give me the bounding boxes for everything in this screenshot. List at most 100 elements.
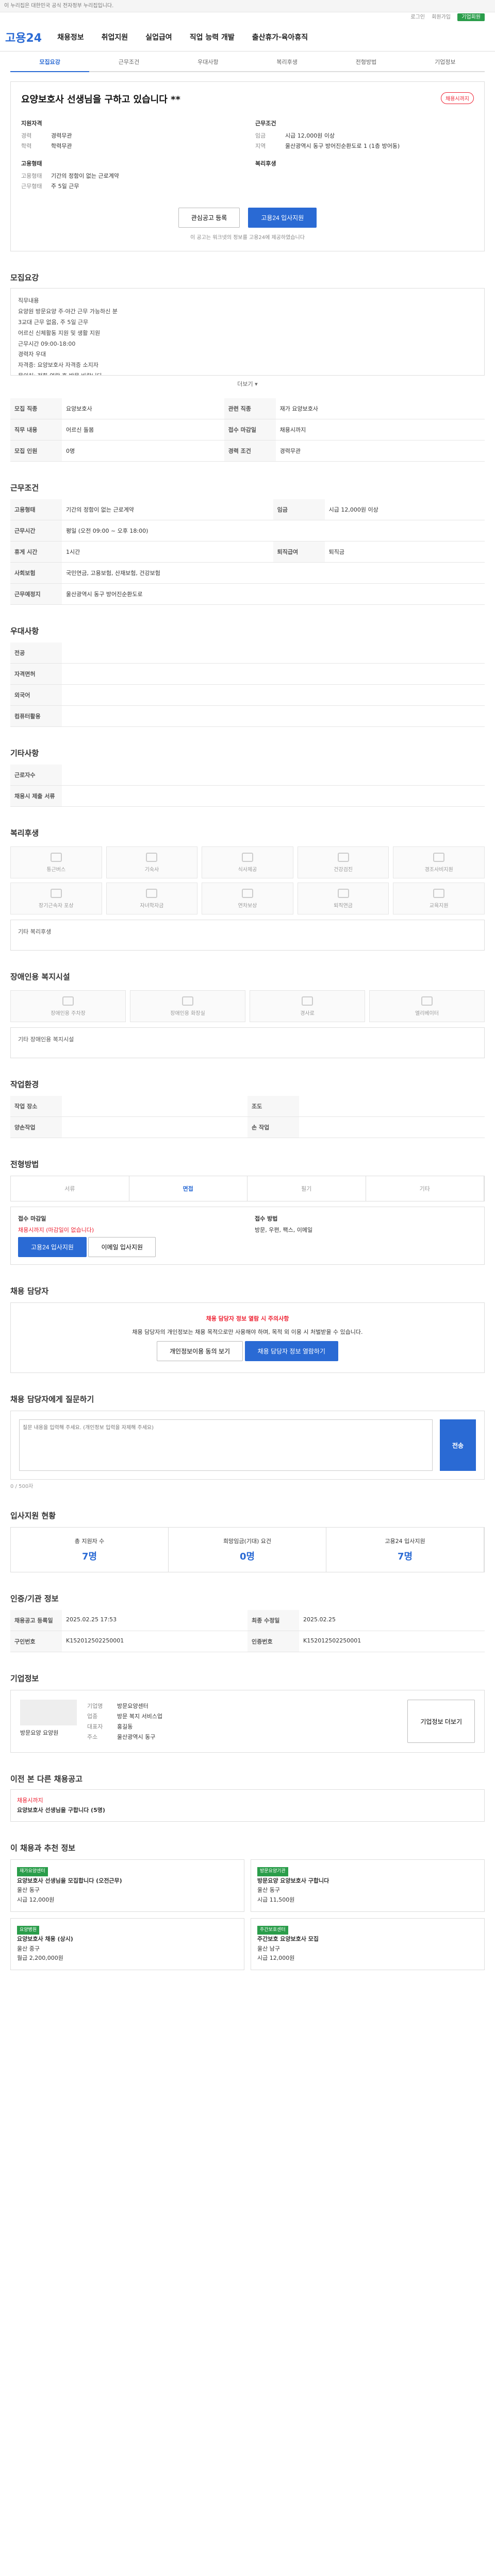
row-value — [62, 684, 485, 706]
reco-wage: 시급 11,500원 — [257, 1896, 295, 1904]
welfare-label: 통근버스 — [46, 867, 66, 873]
welfare-item: 연차보상 — [202, 883, 293, 914]
apply-info: 접수 마감일 채용시까지 (마감일이 없습니다) 고용24 입사지원 이메일 입… — [10, 1207, 485, 1265]
elevator-icon — [421, 996, 433, 1006]
signup-link[interactable]: 회원가입 — [432, 14, 451, 20]
work-type-value: 주 5일 근무 — [51, 183, 79, 190]
tab-welfare[interactable]: 복리후생 — [248, 58, 326, 71]
company-member-button[interactable]: 기업회원 — [457, 13, 485, 21]
tab-preference[interactable]: 우대사항 — [169, 58, 248, 71]
trophy-icon — [50, 888, 62, 898]
reco-card[interactable]: 방문요양기관 방문요양 요양보호사 구합니다 울산 동구 시급 11,500원 — [251, 1859, 485, 1912]
content-line: 근무시간 09:00-18:00 — [18, 340, 76, 347]
row-value: 경력무관 — [275, 440, 485, 462]
row-value: 울산광역시 동구 방어진순환도로 — [62, 583, 485, 605]
facility-item: 장애인용 주차장 — [10, 990, 126, 1022]
row-label: 양손작업 — [10, 1116, 62, 1138]
career-label: 경력 — [21, 132, 32, 139]
tab-recruit[interactable]: 모집요강 — [10, 58, 90, 72]
tab-method[interactable]: 전형방법 — [326, 58, 405, 71]
welfare-heading: 복리후생 — [255, 160, 276, 167]
row-label: 손 작업 — [248, 1116, 299, 1138]
ramp-icon — [302, 996, 313, 1006]
deadline-heading: 접수 마감일 — [18, 1215, 46, 1222]
method-steps: 서류 면접 필기 기타 — [10, 1176, 485, 1201]
health-icon — [337, 852, 349, 862]
facility-label: 엘리베이터 — [415, 1010, 439, 1016]
send-button[interactable]: 전송 — [440, 1419, 476, 1471]
disabled-grid: 장애인용 주차장 장애인용 화장실 경사로 엘리베이터 — [10, 990, 485, 1022]
company-more-button[interactable]: 기업정보 더보기 — [407, 1700, 475, 1743]
welfare-label: 건강검진 — [334, 867, 353, 873]
table-row: 근로자수 — [10, 765, 485, 786]
reco-wage: 시급 12,000원 — [257, 1955, 295, 1962]
nav-item-leave[interactable]: 출산휴가·육아휴직 — [252, 32, 308, 42]
row-value: 퇴직금 — [324, 541, 485, 563]
facility-label: 경사로 — [300, 1010, 315, 1016]
related-card[interactable]: 채용시까지 요양보호사 선생님을 구합니다 (5명) — [10, 1789, 485, 1822]
row-value: 재가 요양보호사 — [275, 398, 485, 419]
row-value: 방문요양센터 — [117, 1703, 148, 1709]
consent-button[interactable]: 개인정보이용 동의 보기 — [156, 1341, 243, 1361]
reco-card[interactable]: 주간보호센터 주간보호 요양보호사 모집 울산 남구 시급 12,000원 — [251, 1918, 485, 1971]
welfare-label: 기숙사 — [144, 867, 159, 873]
content-line: 직무내용 — [18, 297, 39, 304]
tab-company[interactable]: 기업정보 — [406, 58, 485, 71]
table-row: 직무 내용 어르신 돌봄 접수 마감일 채용시까지 — [10, 419, 485, 440]
nav-item-jobs[interactable]: 채용정보 — [57, 32, 84, 42]
reco-region: 울산 남구 — [257, 1945, 280, 1952]
welfare-item: 장기근속자 포상 — [10, 883, 102, 914]
nav-item-training[interactable]: 직업 능력 개발 — [190, 32, 235, 42]
welfare-label: 자녀학자금 — [140, 903, 164, 909]
step-etc: 기타 — [366, 1176, 484, 1201]
calendar-icon — [241, 888, 253, 898]
nav-item-employment[interactable]: 취업지원 — [102, 32, 128, 42]
row-value: 어르신 돌봄 — [62, 419, 224, 440]
region-label: 지역 — [255, 143, 266, 149]
qa-input[interactable] — [19, 1419, 433, 1471]
row-label: 기업명 — [87, 1703, 103, 1709]
row-label: 작업 장소 — [10, 1096, 62, 1117]
step-written: 필기 — [248, 1176, 366, 1201]
reco-card[interactable]: 재가요양센터 요양보호사 선생님을 모집합니다 (오전근무) 울산 동구 시급 12,… — [10, 1859, 244, 1912]
favorite-button[interactable]: 관심공고 등록 — [178, 208, 240, 228]
row-label: 접수 마감일 — [224, 419, 276, 440]
logo[interactable]: 고용24 — [5, 29, 42, 45]
topbar: 이 누리집은 대한민국 공식 전자정부 누리집입니다. — [0, 0, 495, 12]
tab-condition[interactable]: 근무조건 — [89, 58, 168, 71]
preference-heading: 우대사항 — [10, 626, 39, 636]
more-button[interactable]: 더보기 ▾ — [10, 376, 485, 392]
content-line: 요양원 방문요양 주·야간 근무 가능하신 분 — [18, 308, 118, 315]
row-value: 방문 복지 서비스업 — [117, 1713, 162, 1720]
row-value — [62, 1116, 248, 1138]
login-link[interactable]: 로그인 — [410, 14, 425, 20]
condition-section-heading: 근무조건 — [10, 483, 39, 493]
row-label: 근무시간 — [10, 520, 62, 541]
preference-table: 전공 자격면허 외국어 컴퓨터활용 — [10, 642, 485, 727]
apply-button[interactable]: 고용24 입사지원 — [248, 208, 317, 228]
welfare-item: 건강검진 — [297, 846, 389, 878]
row-value: 시급 12,000원 이상 — [324, 499, 485, 520]
row-label: 사회보험 — [10, 562, 62, 584]
reco-card[interactable]: 요양병원 요양보호사 채용 (상시) 울산 중구 월급 2,200,000원 — [10, 1918, 244, 1971]
related-title: 요양보호사 선생님을 구합니다 (5명) — [17, 1806, 105, 1814]
row-value — [62, 642, 485, 664]
facility-item: 장애인용 화장실 — [130, 990, 245, 1022]
company-tag: 요양병원 — [17, 1925, 40, 1935]
wage-value: 시급 12,000원 이상 — [285, 132, 335, 139]
recruit-table: 모집 직종 요양보호사 관련 직종 재가 요양보호사 직무 내용 어르신 돌봄 접수 마감… — [10, 398, 485, 462]
book-icon — [146, 888, 158, 898]
row-label: 외국어 — [10, 684, 62, 706]
nav-item-unemployment[interactable]: 실업급여 — [145, 32, 172, 42]
recruit-content: 직무내용 요양원 방문요양 주·야간 근무 가능하신 분 3교대 근무 없음, … — [10, 288, 485, 376]
row-label: 고용형태 — [10, 499, 62, 520]
content-line: 자격증: 요양보호사 자격증 소지자 — [18, 362, 98, 369]
row-label: 경력 조건 — [224, 440, 276, 462]
email-apply-button[interactable]: 이메일 입사지원 — [88, 1237, 156, 1257]
table-row: 구인번호 K152012502250001 인증번호 K152012502250001 — [10, 1631, 485, 1652]
view-contact-button[interactable]: 채용 담당자 정보 열람하기 — [244, 1341, 339, 1361]
condition-table: 고용형태 기간의 정함이 없는 근로계약 임금 시급 12,000원 이상 근무시간 평… — [10, 499, 485, 605]
company-name: 방문요양 요양원 — [20, 1730, 59, 1736]
stats-box: 총 지원자 수 7명 희망임금(기대) 요건 0명 고용24 입사지원 7명 — [10, 1527, 485, 1572]
apply-button-2[interactable]: 고용24 입사지원 — [18, 1237, 87, 1257]
